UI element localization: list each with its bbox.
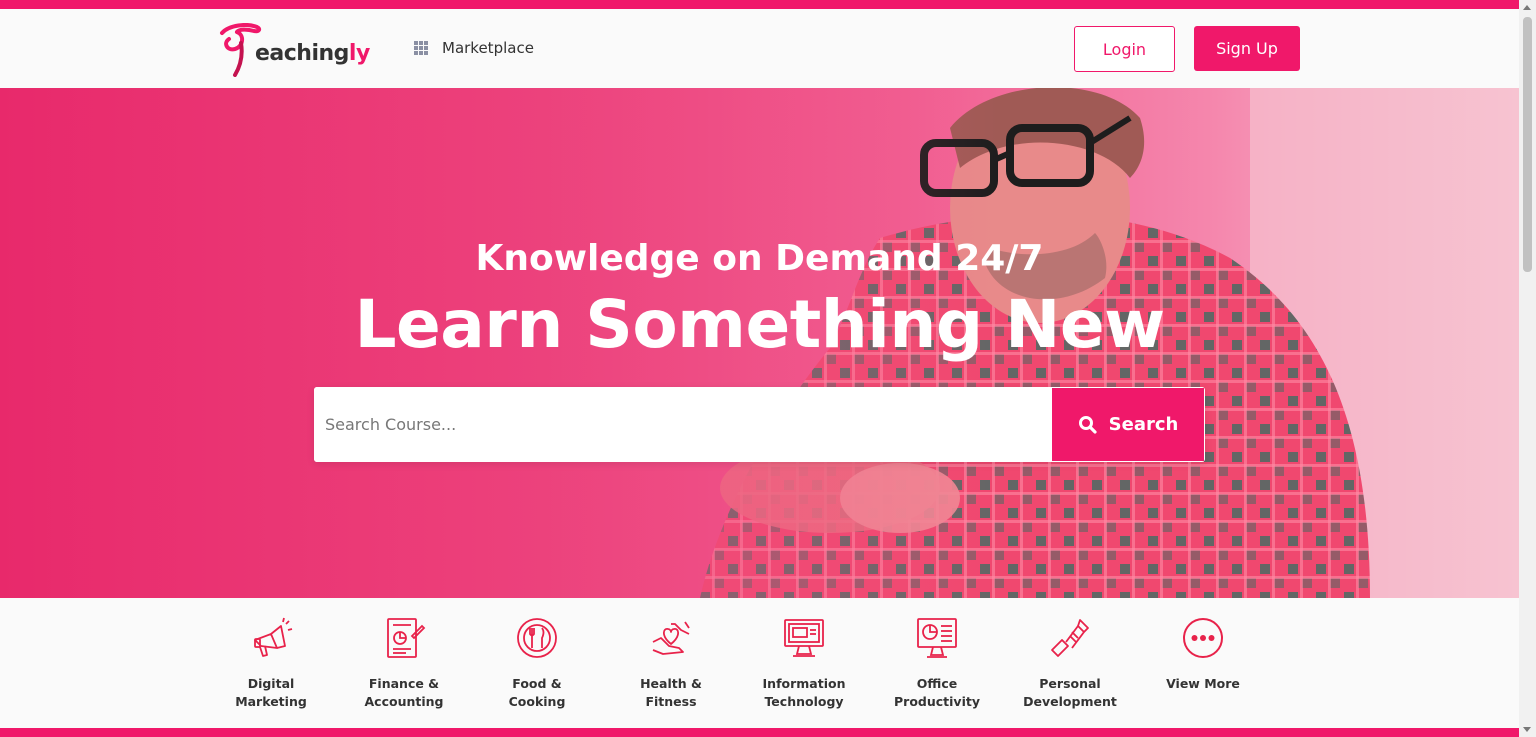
category-label: Health & Fitness <box>640 676 702 709</box>
megaphone-icon <box>254 617 293 657</box>
category-label: Food & Cooking <box>508 676 566 709</box>
grid-menu-icon <box>414 40 429 56</box>
category-food-cooking[interactable]: Food & Cooking <box>477 616 597 711</box>
category-label: Finance & Accounting <box>364 676 444 709</box>
category-label: View More <box>1166 676 1240 691</box>
bottom-accent-bar <box>0 728 1519 737</box>
search-button-label: Search <box>1108 414 1179 435</box>
category-health-fitness[interactable]: Health & Fitness <box>611 616 731 711</box>
site-header: eachingly Marketplace Login Sign Up <box>0 9 1519 88</box>
plate-cutlery-icon <box>517 618 557 658</box>
category-view-more[interactable]: View More <box>1143 616 1263 693</box>
hero-banner: Knowledge on Demand 24/7 Learn Something… <box>0 88 1519 598</box>
category-label: Personal Development <box>1023 676 1117 709</box>
category-office-productivity[interactable]: Office Productivity <box>877 616 997 711</box>
marketplace-label: Marketplace <box>442 39 534 57</box>
finance-icon <box>387 618 426 658</box>
scroll-down-arrow-icon[interactable] <box>1523 727 1531 732</box>
course-search-bar: Search <box>314 387 1205 462</box>
scroll-up-arrow-icon[interactable] <box>1523 5 1531 10</box>
computer-icon <box>784 619 824 657</box>
office-chart-icon <box>917 618 957 658</box>
category-personal-development[interactable]: Personal Development <box>1010 616 1130 711</box>
login-button[interactable]: Login <box>1074 26 1175 72</box>
teachingly-logo[interactable]: eachingly <box>219 23 379 77</box>
logo-wordmark: eachingly <box>255 41 370 66</box>
top-accent-bar <box>0 0 1519 9</box>
signup-button[interactable]: Sign Up <box>1194 26 1300 71</box>
category-bar: Digital Marketing Finance & Accounting F <box>0 598 1519 728</box>
page-scrollbar[interactable] <box>1519 0 1536 737</box>
marketplace-menu[interactable]: Marketplace <box>414 39 534 57</box>
category-digital-marketing[interactable]: Digital Marketing <box>211 616 331 711</box>
category-label: Digital Marketing <box>235 676 307 709</box>
handshake-icon <box>1051 619 1089 657</box>
search-icon <box>1078 416 1097 434</box>
category-information-technology[interactable]: Information Technology <box>744 616 864 711</box>
search-input[interactable] <box>314 387 1052 462</box>
hero-subtitle: Knowledge on Demand 24/7 <box>475 238 1044 279</box>
heart-hands-icon <box>652 621 690 655</box>
category-label: Office Productivity <box>894 676 980 709</box>
search-button[interactable]: Search <box>1052 388 1204 461</box>
hero-title: Learn Something New <box>354 286 1165 363</box>
scrollbar-thumb[interactable] <box>1523 17 1532 272</box>
category-label: Information Technology <box>762 676 846 709</box>
more-dots-icon <box>1183 618 1223 658</box>
category-finance-accounting[interactable]: Finance & Accounting <box>344 616 464 711</box>
